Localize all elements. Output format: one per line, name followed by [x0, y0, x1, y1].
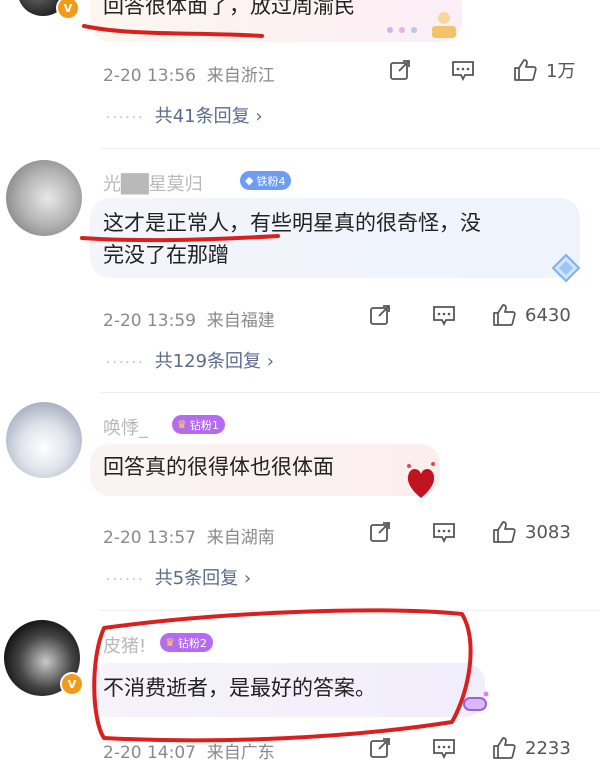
crown-icon: ♛ [177, 418, 187, 431]
comment-actions: 2233 [368, 735, 571, 761]
comment-time: 2-20 13:57 来自湖南 [103, 528, 275, 548]
username[interactable]: 光██星莫归 [103, 170, 203, 196]
divider [100, 148, 600, 149]
username[interactable]: 皮猪! [103, 632, 146, 658]
sticker-decoration-icon [387, 12, 456, 38]
comment-text-line2: 完没了在那蹭 [103, 243, 229, 267]
red-underline-annotation [80, 24, 473, 743]
comment-text: 回答很体面了，放过周渝民 [103, 0, 355, 18]
share-icon[interactable] [368, 736, 392, 760]
comment-icon[interactable] [431, 303, 457, 327]
avatar[interactable] [6, 160, 82, 236]
divider [100, 392, 600, 393]
thumbs-up-icon [493, 521, 516, 543]
comment-icon[interactable] [431, 736, 457, 760]
like-button[interactable]: 2233 [491, 735, 571, 761]
diamond-sticker-icon [551, 253, 581, 283]
thumbs-up-icon [493, 304, 516, 326]
like-count: 2233 [525, 737, 571, 759]
comment-actions: 3083 [368, 519, 571, 545]
fan-badge: ♛ 钻粉1 [172, 415, 225, 434]
thumbs-up-icon [514, 59, 537, 81]
like-count: 3083 [525, 521, 571, 543]
comment-time: 2-20 13:56 来自浙江 [103, 66, 275, 86]
username[interactable]: 唤悸_ [103, 414, 148, 440]
comment-location: 来自浙江 [206, 66, 275, 86]
dots-icon: ······ [106, 110, 145, 126]
dots-icon: ······ [106, 355, 145, 371]
comment-location: 来自湖南 [206, 528, 275, 548]
comment-location: 来自广东 [206, 743, 275, 763]
like-button[interactable]: 3083 [491, 519, 571, 545]
chevron-right-icon: › [243, 568, 252, 589]
sparkle-sticker-icon [463, 691, 489, 711]
comment-actions: 1万 [388, 57, 575, 83]
like-button[interactable]: 6430 [491, 302, 571, 328]
like-button[interactable]: 1万 [512, 57, 575, 83]
heart-sticker-icon [407, 462, 435, 498]
divider [100, 610, 600, 611]
verified-v-icon: V [60, 672, 84, 696]
view-replies-link[interactable]: ······ 共5条回复 › [106, 564, 251, 590]
comment-time: 2-20 13:59 来自福建 [103, 311, 275, 331]
dots-icon: ······ [106, 572, 145, 588]
like-count: 6430 [525, 304, 571, 326]
thumbs-up-icon [493, 737, 516, 759]
avatar[interactable] [6, 402, 82, 478]
comment-icon[interactable] [431, 520, 457, 544]
comment-text: 不消费逝者，是最好的答案。 [103, 676, 376, 700]
view-replies-link[interactable]: ······ 共41条回复 › [106, 102, 263, 128]
crown-icon: ♛ [165, 636, 175, 649]
comment-location: 来自福建 [206, 311, 275, 331]
comment-actions: 6430 [368, 302, 571, 328]
comment-text: 回答真的很得体也很体面 [103, 455, 334, 479]
share-icon[interactable] [368, 303, 392, 327]
fan-badge: ♛ 钻粉2 [160, 633, 213, 652]
share-icon[interactable] [368, 520, 392, 544]
verified-v-icon: V [56, 0, 80, 20]
fan-badge-icon: ◆ [245, 174, 254, 187]
share-icon[interactable] [388, 58, 412, 82]
comment-time: 2-20 14:07 来自广东 [103, 743, 275, 763]
chevron-right-icon: › [266, 351, 274, 372]
view-replies-link[interactable]: ······ 共129条回复 › [106, 347, 274, 373]
like-count: 1万 [546, 61, 576, 82]
comment-icon[interactable] [450, 58, 476, 82]
fan-badge: ◆ 铁粉4 [240, 171, 292, 190]
chevron-right-icon: › [255, 106, 263, 127]
